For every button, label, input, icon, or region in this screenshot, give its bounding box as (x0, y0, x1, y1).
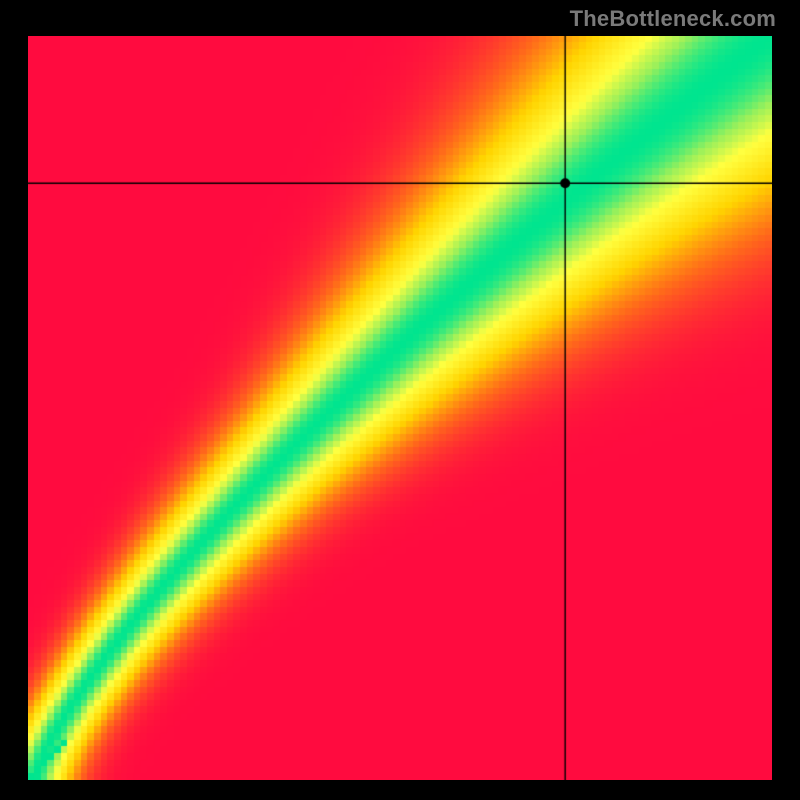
bottleneck-heatmap (28, 36, 772, 780)
watermark: TheBottleneck.com (570, 6, 776, 32)
chart-container: TheBottleneck.com (0, 0, 800, 800)
